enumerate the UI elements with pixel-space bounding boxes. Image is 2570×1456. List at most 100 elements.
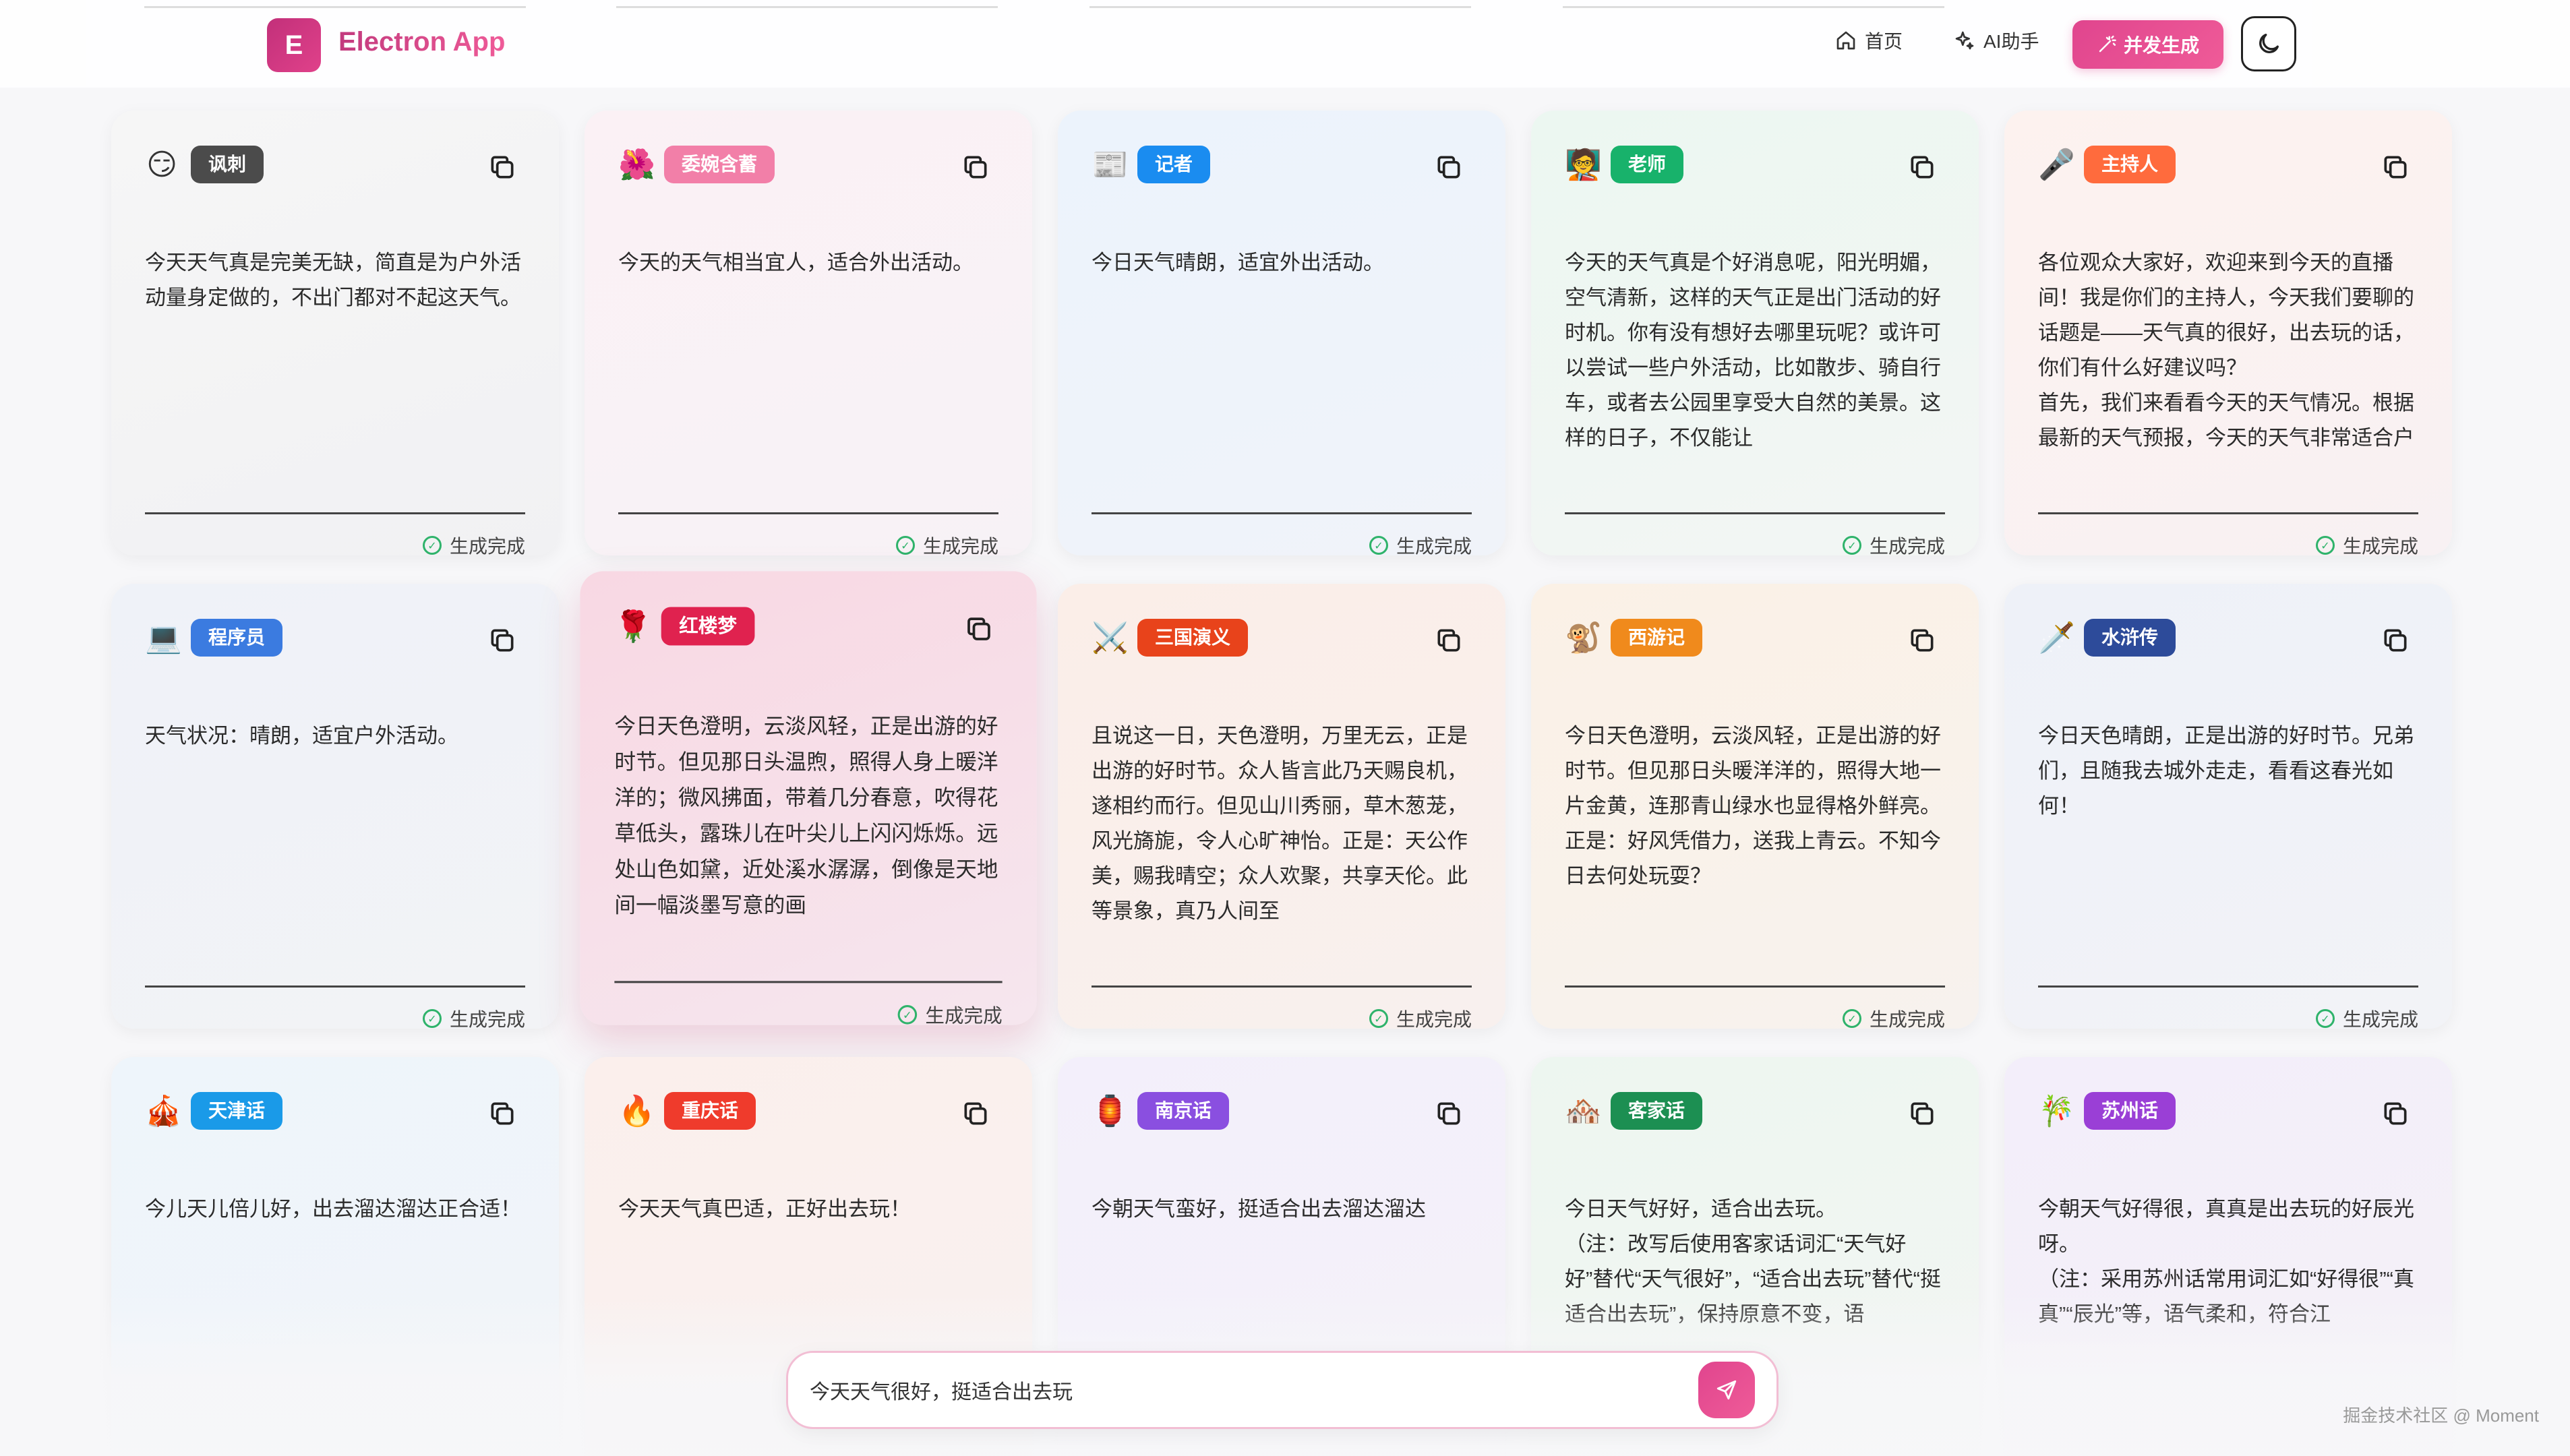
card-divider	[145, 512, 525, 514]
card-content-text: 今天天气真是完美无缺，简直是为户外活动量身定做的，不出门都对不起这天气。	[145, 251, 521, 309]
check-circle-icon: ✓	[1369, 1009, 1388, 1028]
status-label: 生成完成	[1869, 536, 1945, 557]
status-indicator: ✓ 生成完成	[897, 1001, 1003, 1029]
copy-icon[interactable]	[2381, 152, 2410, 182]
nav-home-label: 首页	[1865, 31, 1903, 52]
result-card: 💻 程序员天气状况：晴朗，适宜户外活动。 ✓ 生成完成	[111, 584, 559, 1032]
card-header: 📰 记者	[1092, 146, 1211, 183]
status-indicator: ✓ 生成完成	[2315, 1005, 2418, 1032]
home-icon	[1836, 31, 1855, 50]
card-divider	[1565, 985, 1945, 988]
card-header: ⚔️ 三国演义	[1092, 619, 1249, 657]
check-circle-icon: ✓	[422, 1009, 442, 1028]
app-logo: E	[267, 18, 321, 72]
card-content-text: 今朝天气蛮好，挺适合出去溜达溜达	[1092, 1197, 1426, 1221]
check-circle-icon: ✓	[2315, 536, 2335, 555]
copy-icon[interactable]	[961, 152, 990, 182]
style-badge: 重庆话	[664, 1092, 756, 1130]
result-card: 🗡️ 水浒传 今日天色晴朗，正是出游的好时节。兄弟们，且随我去城外走走，看看这春光如…	[2004, 584, 2452, 1032]
check-circle-icon: ✓	[1369, 536, 1388, 555]
style-badge: 程序员	[191, 619, 283, 657]
result-card: 🌺 委婉含蓄 今天的天气相当宜人，适合外出活动。 ✓ 生成完成	[585, 111, 1032, 557]
style-emoji-icon: 🎪	[145, 1094, 182, 1128]
status-label: 生成完成	[1869, 1009, 1945, 1030]
style-emoji-icon: 🐒	[1565, 621, 1602, 655]
status-indicator: ✓ 生成完成	[1842, 532, 1945, 559]
status-label: 生成完成	[1396, 1009, 1472, 1030]
result-card: ⚔️ 三国演义 且说这一日，天色澄明，万里无云，正是出游的好时节。众人皆言此乃天赐良…	[1058, 584, 1505, 1030]
status-indicator: ✓ 生成完成	[1369, 532, 1472, 559]
top-header: E Electron App 首页 AI助手 并发生成	[0, 0, 2570, 88]
card-divider	[618, 512, 998, 514]
style-emoji-icon: 🌹	[614, 609, 653, 644]
status-indicator: ✓ 生成完成	[2315, 532, 2418, 559]
nav-generate-button[interactable]: 并发生成	[2072, 20, 2223, 69]
card-header: 🧑‍🏫 老师	[1565, 146, 1684, 183]
card-divider	[614, 981, 1003, 983]
style-badge: 水浒传	[2084, 619, 2176, 657]
copy-icon[interactable]	[1907, 152, 1937, 182]
style-badge: 主持人	[2084, 146, 2176, 183]
send-button[interactable]	[1698, 1362, 1755, 1418]
copy-icon[interactable]	[487, 152, 517, 182]
copy-icon[interactable]	[961, 1099, 990, 1128]
style-badge: 苏州话	[2084, 1092, 2176, 1130]
style-emoji-icon: 🗡️	[2038, 621, 2075, 655]
card-header: 💻 程序员	[145, 619, 283, 657]
copy-icon[interactable]	[1907, 626, 1937, 655]
style-emoji-icon: ⚔️	[1092, 621, 1129, 655]
card-header: 🌹 红楼梦	[614, 607, 755, 646]
card-divider	[1092, 512, 1472, 514]
nav-ai-label: AI助手	[1983, 31, 2039, 52]
card-content-text: 天气状况：晴朗，适宜户外活动。	[145, 724, 458, 748]
style-badge: 红楼梦	[661, 607, 755, 646]
result-card: 🐒 西游记今日天色澄明，云淡风轻，正是出游的好时节。但见那日头暖洋洋的，照得大地一…	[1531, 584, 1979, 1030]
nav-generate-label: 并发生成	[2123, 35, 2199, 56]
style-emoji-icon: 📰	[1092, 148, 1129, 182]
card-header: 🎪 天津话	[145, 1092, 283, 1130]
result-card: 📰 记者 今日天气晴朗，适宜外出活动。 ✓ 生成完成	[1058, 111, 1505, 557]
card-header: 🐒 西游记	[1565, 619, 1703, 657]
copy-icon[interactable]	[1434, 626, 1464, 655]
status-label: 生成完成	[449, 536, 525, 557]
nav-home-link[interactable]: 首页	[1835, 27, 1903, 54]
send-icon	[1716, 1380, 1737, 1400]
style-badge: 西游记	[1611, 619, 1703, 657]
status-label: 生成完成	[449, 1009, 525, 1030]
magic-wand-icon	[2099, 35, 2116, 53]
style-badge: 三国演义	[1137, 619, 1249, 657]
card-content-text: 今儿天儿倍儿好，出去溜达溜达正合适！	[145, 1197, 521, 1221]
card-divider	[2038, 985, 2418, 988]
result-card: 😏 讽刺 今天天气真是完美无缺，简直是为户外活动量身定做的，不出门都对不起这天气。 ✓…	[111, 111, 559, 557]
header-ghost-line	[616, 0, 998, 8]
status-indicator: ✓ 生成完成	[422, 1005, 525, 1032]
style-emoji-icon: 🏮	[1092, 1094, 1129, 1128]
prompt-input[interactable]	[810, 1378, 1698, 1401]
nav-ai-link[interactable]: AI助手	[1954, 27, 2039, 54]
copy-icon[interactable]	[964, 614, 994, 644]
copy-icon[interactable]	[487, 1099, 517, 1128]
result-card: 🎤 主持人 各位观众大家好，欢迎来到今天的直播间！我是你们的主持人，今天我们要聊的话…	[2004, 111, 2452, 557]
card-header: 🏮 南京话	[1092, 1092, 1230, 1130]
status-indicator: ✓ 生成完成	[895, 532, 998, 559]
status-label: 生成完成	[2342, 536, 2418, 557]
copy-icon[interactable]	[2381, 1099, 2410, 1128]
style-emoji-icon: 🧑‍🏫	[1565, 148, 1602, 182]
card-content-text: 今天的天气相当宜人，适合外出活动。	[618, 251, 974, 274]
header-ghost-line	[144, 0, 526, 8]
style-badge: 讽刺	[191, 146, 264, 183]
card-header: 🏘️ 客家话	[1565, 1092, 1703, 1130]
style-emoji-icon: 🎋	[2038, 1094, 2075, 1128]
copy-icon[interactable]	[1434, 152, 1464, 182]
card-divider	[1565, 512, 1945, 514]
card-divider	[1092, 985, 1472, 988]
result-card: 🌹 红楼梦今日天色澄明，云淡风轻，正是出游的好时节。但见那日头温煦，照得人身上暖洋…	[580, 571, 1037, 1027]
copy-icon[interactable]	[1434, 1099, 1464, 1128]
copy-icon[interactable]	[2381, 626, 2410, 655]
card-content-text: 今天天气真巴适，正好出去玩！	[618, 1197, 911, 1221]
card-content-text: 今日天色澄明，云淡风轻，正是出游的好时节。但见那日头温煦，照得人身上暖洋洋的；微…	[614, 714, 998, 917]
card-content-text: 今日天色澄明，云淡风轻，正是出游的好时节。但见那日头暖洋洋的，照得大地一片金黄，…	[1565, 724, 1941, 888]
copy-icon[interactable]	[487, 626, 517, 655]
copy-icon[interactable]	[1907, 1099, 1937, 1128]
theme-toggle-button[interactable]	[2241, 16, 2296, 71]
